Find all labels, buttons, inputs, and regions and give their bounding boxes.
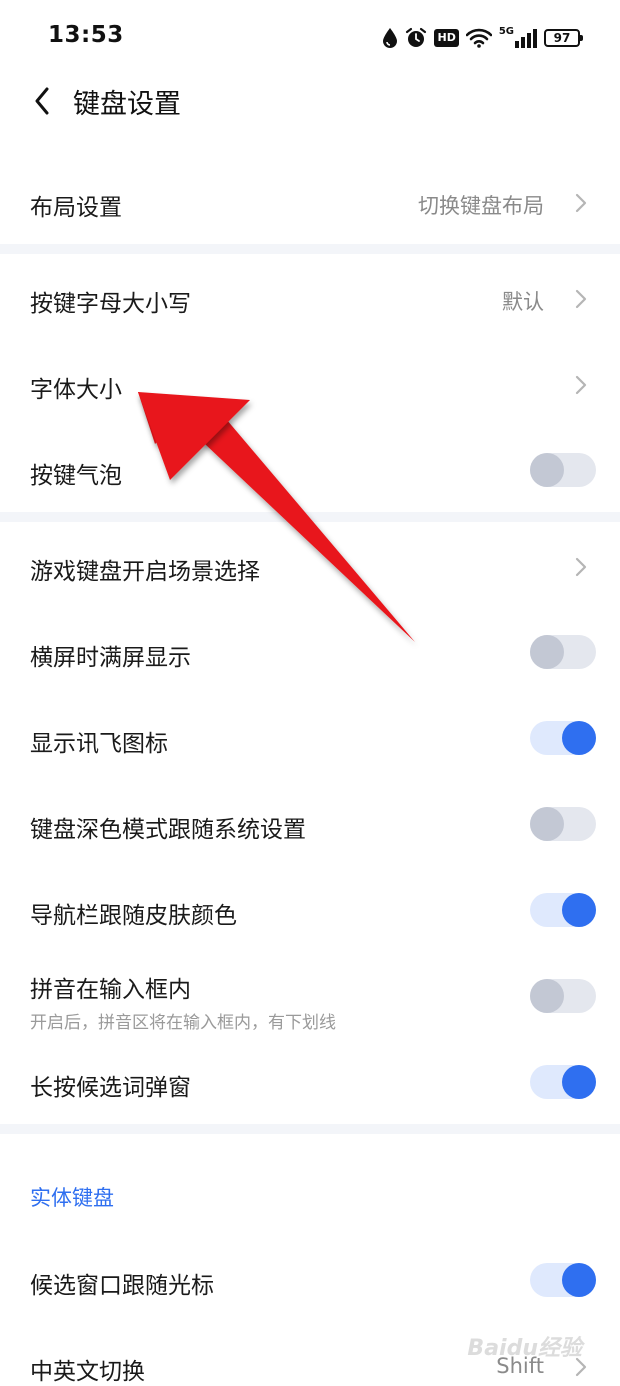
hd-badge: HD bbox=[434, 29, 459, 47]
toggle-knob bbox=[562, 1263, 596, 1297]
toggle-knob bbox=[530, 453, 564, 487]
watermark: Baidu经验 bbox=[467, 1336, 582, 1361]
chevron-right-icon bbox=[575, 375, 587, 395]
row-label: 拼音在输入框内 bbox=[30, 977, 191, 1003]
row-label: 导航栏跟随皮肤颜色 bbox=[30, 903, 237, 929]
row-pinyin-in-input: 拼音在输入框内 开启后，拼音区将在输入框内，有下划线 bbox=[0, 954, 620, 1040]
dark-mode-follow-toggle[interactable] bbox=[530, 807, 596, 841]
toggle-knob bbox=[562, 893, 596, 927]
toggle-knob bbox=[530, 979, 564, 1013]
network-type-label: 5G bbox=[498, 25, 514, 37]
chevron-right-icon bbox=[575, 289, 587, 309]
row-label: 显示讯飞图标 bbox=[30, 731, 168, 757]
row-value: 默认 bbox=[502, 290, 544, 314]
battery-icon: 97 bbox=[544, 29, 583, 47]
toggle-knob bbox=[530, 635, 564, 669]
wifi-icon bbox=[465, 28, 492, 48]
row-label: 长按候选词弹窗 bbox=[30, 1075, 191, 1101]
long-press-popup-toggle[interactable] bbox=[530, 1065, 596, 1099]
row-label: 横屏时满屏显示 bbox=[30, 645, 191, 671]
navbar-follow-skin-toggle[interactable] bbox=[530, 893, 596, 927]
row-navbar-follow-skin: 导航栏跟随皮肤颜色 bbox=[0, 868, 620, 954]
row-long-press-popup: 长按候选词弹窗 bbox=[0, 1040, 620, 1124]
row-label: 布局设置 bbox=[30, 195, 122, 221]
row-label: 候选窗口跟随光标 bbox=[30, 1273, 214, 1299]
page-title: 键盘设置 bbox=[73, 89, 181, 120]
section-divider bbox=[0, 512, 620, 522]
row-dark-mode-follow: 键盘深色模式跟随系统设置 bbox=[0, 782, 620, 868]
show-xunfei-icon-toggle[interactable] bbox=[530, 721, 596, 755]
row-landscape-full: 横屏时满屏显示 bbox=[0, 610, 620, 696]
section-divider bbox=[0, 1124, 620, 1134]
app-header: 键盘设置 bbox=[0, 76, 620, 126]
chevron-right-icon bbox=[575, 193, 587, 213]
row-layout-settings[interactable]: 布局设置 切换键盘布局 bbox=[0, 160, 620, 244]
water-drop-icon bbox=[383, 28, 398, 48]
row-label: 按键字母大小写 bbox=[30, 291, 191, 317]
key-bubble-toggle[interactable] bbox=[530, 453, 596, 487]
row-label: 按键气泡 bbox=[30, 463, 122, 489]
status-bar: 13:53 HD 5G 97 bbox=[0, 0, 620, 76]
toggle-knob bbox=[562, 721, 596, 755]
back-button[interactable] bbox=[22, 76, 62, 126]
row-font-size[interactable]: 字体大小 bbox=[0, 342, 620, 428]
pinyin-in-input-toggle[interactable] bbox=[530, 979, 596, 1013]
toggle-knob bbox=[562, 1065, 596, 1099]
row-label: 字体大小 bbox=[30, 377, 122, 403]
section-divider bbox=[0, 244, 620, 254]
status-icons: HD 5G 97 bbox=[382, 24, 583, 52]
row-label: 游戏键盘开启场景选择 bbox=[30, 559, 260, 585]
chevron-left-icon bbox=[35, 87, 49, 115]
section-title-physical-keyboard: 实体键盘 bbox=[30, 1186, 114, 1210]
row-key-bubble: 按键气泡 bbox=[0, 428, 620, 512]
row-subtitle: 开启后，拼音区将在输入框内，有下划线 bbox=[30, 1013, 336, 1033]
status-time: 13:53 bbox=[48, 22, 124, 48]
row-candidate-follow-cursor: 候选窗口跟随光标 bbox=[0, 1238, 620, 1324]
row-label: 中英文切换 bbox=[30, 1359, 145, 1385]
landscape-full-toggle[interactable] bbox=[530, 635, 596, 669]
alarm-icon bbox=[406, 27, 427, 47]
signal-icon bbox=[515, 29, 537, 48]
row-label: 键盘深色模式跟随系统设置 bbox=[30, 817, 306, 843]
candidate-follow-cursor-toggle[interactable] bbox=[530, 1263, 596, 1297]
row-key-case[interactable]: 按键字母大小写 默认 bbox=[0, 256, 620, 342]
row-game-keyboard[interactable]: 游戏键盘开启场景选择 bbox=[0, 524, 620, 610]
row-value: 切换键盘布局 bbox=[418, 194, 544, 218]
toggle-knob bbox=[530, 807, 564, 841]
chevron-right-icon bbox=[575, 557, 587, 577]
row-show-xunfei-icon: 显示讯飞图标 bbox=[0, 696, 620, 782]
